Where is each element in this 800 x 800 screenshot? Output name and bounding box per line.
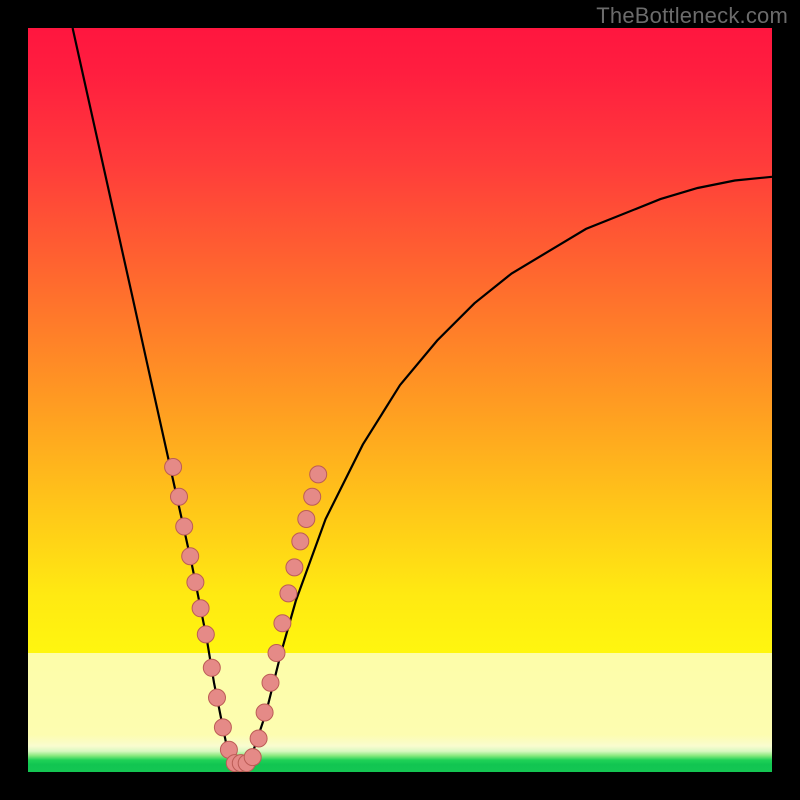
marker-dot bbox=[262, 674, 279, 691]
marker-dot bbox=[280, 585, 297, 602]
watermark-text: TheBottleneck.com bbox=[596, 3, 788, 29]
marker-dot bbox=[244, 749, 261, 766]
marker-dot bbox=[286, 559, 303, 576]
marker-dot bbox=[182, 548, 199, 565]
marker-dot bbox=[268, 645, 285, 662]
marker-dot bbox=[292, 533, 309, 550]
marker-dot bbox=[192, 600, 209, 617]
marker-dot bbox=[171, 488, 188, 505]
marker-dot bbox=[187, 574, 204, 591]
marker-dot bbox=[304, 488, 321, 505]
marker-dot bbox=[250, 730, 267, 747]
marker-dots bbox=[165, 459, 327, 772]
marker-dot bbox=[310, 466, 327, 483]
marker-dot bbox=[256, 704, 273, 721]
marker-dot bbox=[176, 518, 193, 535]
marker-dot bbox=[197, 626, 214, 643]
plot-area bbox=[28, 28, 772, 772]
marker-dot bbox=[203, 659, 220, 676]
curve-line bbox=[73, 28, 772, 765]
marker-dot bbox=[165, 459, 182, 476]
bottleneck-curve-svg bbox=[28, 28, 772, 772]
bottleneck-curve bbox=[73, 28, 772, 765]
marker-dot bbox=[298, 511, 315, 528]
chart-frame: TheBottleneck.com bbox=[0, 0, 800, 800]
marker-dot bbox=[214, 719, 231, 736]
marker-dot bbox=[274, 615, 291, 632]
marker-dot bbox=[209, 689, 226, 706]
